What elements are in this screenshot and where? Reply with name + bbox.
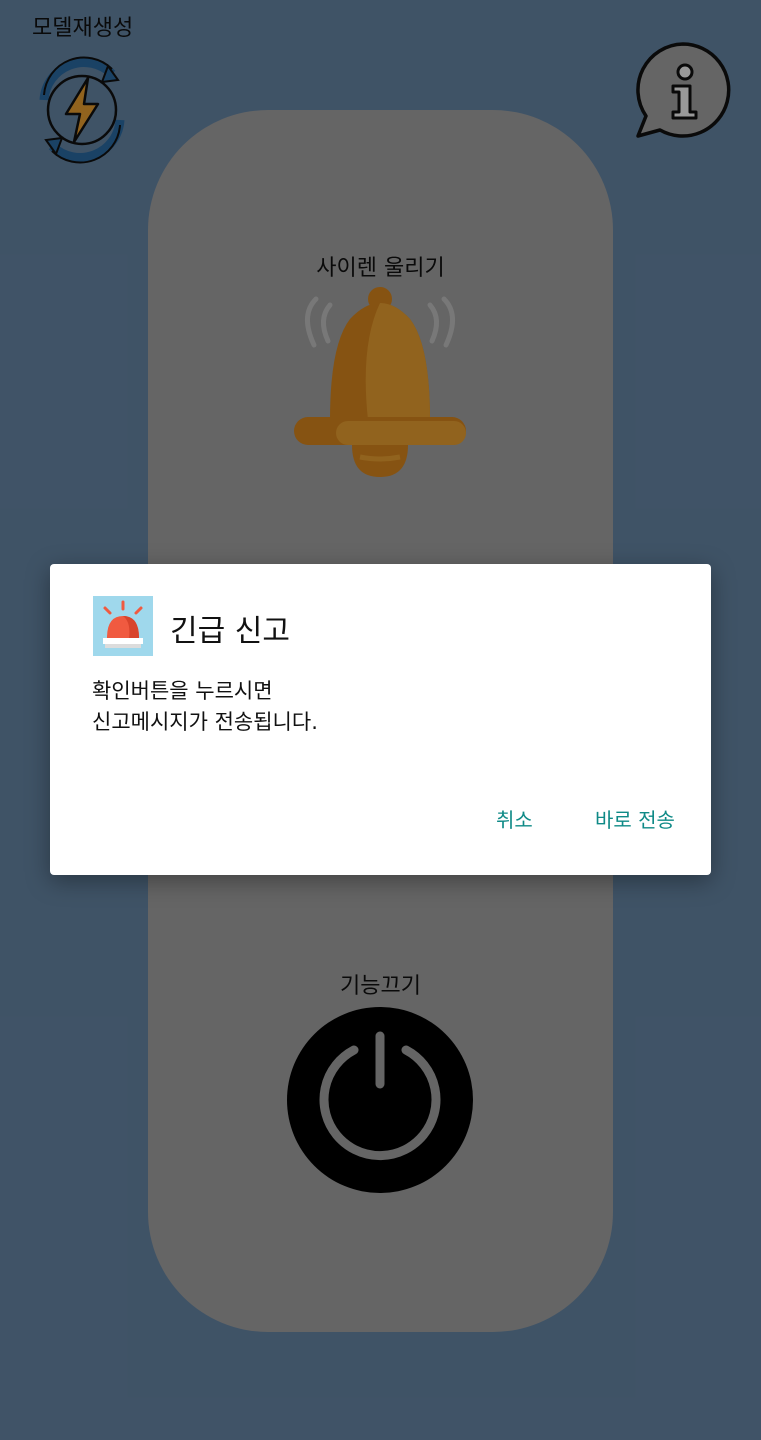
dialog-message-line: 확인버튼을 누르시면 xyxy=(92,679,273,703)
siren-icon xyxy=(93,596,153,656)
cancel-button[interactable]: 취소 xyxy=(496,804,533,833)
send-now-button[interactable]: 바로 전송 xyxy=(595,804,675,833)
dialog-message-line: 신고메시지가 전송됩니다. xyxy=(92,710,318,734)
dialog-message: 확인버튼을 누르시면 신고메시지가 전송됩니다. xyxy=(92,676,318,738)
emergency-report-dialog: 긴급 신고 확인버튼을 누르시면 신고메시지가 전송됩니다. 취소 바로 전송 xyxy=(50,564,711,875)
dialog-title: 긴급 신고 xyxy=(170,614,290,649)
